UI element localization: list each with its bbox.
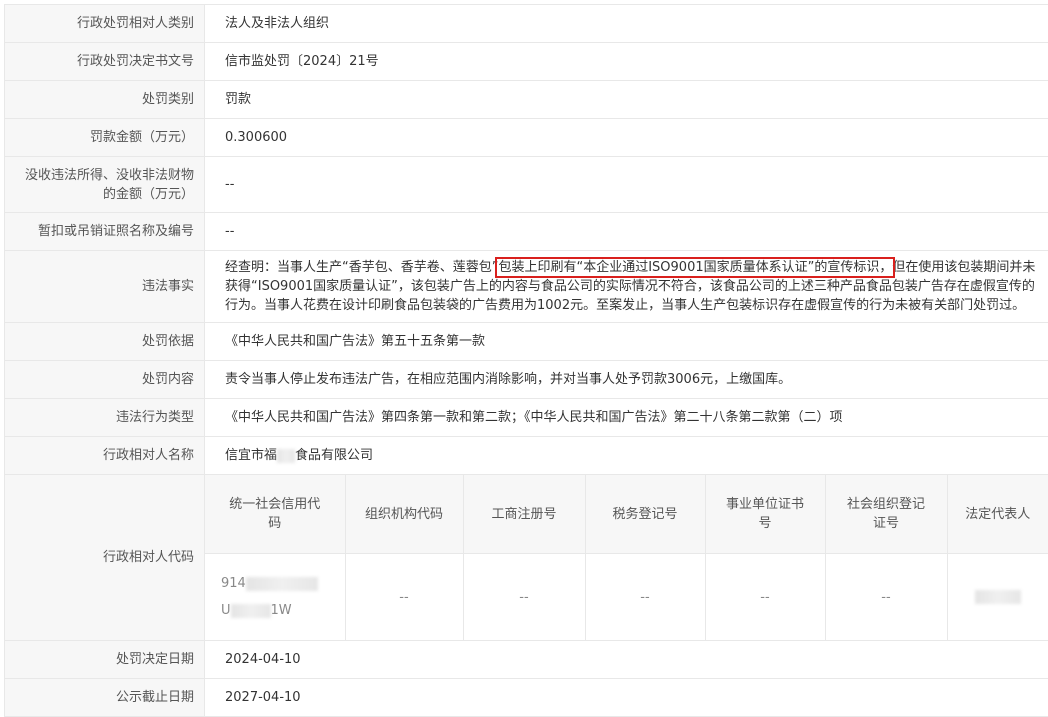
row-value: 《中华人民共和国广告法》第四条第一款和第二款；《中华人民共和国广告法》第二十八条… xyxy=(205,399,1048,437)
business-reg-value: -- xyxy=(463,554,585,641)
info-row: 处罚类别 罚款 xyxy=(5,81,1048,119)
info-row: 暂扣或吊销证照名称及编号 -- xyxy=(5,213,1048,251)
header-tax-reg: 税务登记号 xyxy=(585,475,705,554)
credit-code-line2-pre: U xyxy=(221,603,231,618)
header-org-code: 组织机构代码 xyxy=(345,475,463,554)
row-label: 处罚决定日期 xyxy=(5,641,205,679)
org-code-value: -- xyxy=(345,554,463,641)
row-value: 《中华人民共和国广告法》第五十五条第一款 xyxy=(205,323,1048,361)
row-value: -- xyxy=(205,157,1048,213)
redacted-mask xyxy=(277,449,295,463)
violation-text-pre: 经查明：当事人生产“香芋包、香芋卷、莲蓉包” xyxy=(225,260,498,275)
party-name-value: 信宜市福 食品有限公司 xyxy=(205,437,1048,475)
header-social-org: 社会组织登记证号 xyxy=(825,475,947,554)
party-code-value-row: 914 U 1W -- -- -- -- -- xyxy=(205,554,1048,641)
row-label: 违法事实 xyxy=(5,251,205,323)
row-value: 罚款 xyxy=(205,81,1048,119)
public-institution-value: -- xyxy=(705,554,825,641)
redacted-mask xyxy=(246,577,318,591)
row-label: 行政处罚决定书文号 xyxy=(5,43,205,81)
party-code-row: 行政相对人代码 统一社会信用代码 组织机构代码 工商注册号 税务登记号 事业单位… xyxy=(5,475,1048,641)
header-business-reg: 工商注册号 xyxy=(463,475,585,554)
penalty-info-table: 行政处罚相对人类别 法人及非法人组织 行政处罚决定书文号 信市监处罚〔2024〕… xyxy=(4,4,1048,717)
row-value: 信市监处罚〔2024〕21号 xyxy=(205,43,1048,81)
row-label: 罚款金额（万元） xyxy=(5,119,205,157)
row-value: 法人及非法人组织 xyxy=(205,5,1048,43)
row-value: 0.300600 xyxy=(205,119,1048,157)
highlighted-claim: 包装上印刷有“本企业通过ISO9001国家质量体系认证”的宣传标识， xyxy=(498,260,892,275)
credit-code-line2-post: 1W xyxy=(271,603,292,618)
row-label: 处罚类别 xyxy=(5,81,205,119)
redacted-mask xyxy=(975,590,1021,604)
legal-rep-value xyxy=(947,554,1048,641)
info-row: 处罚依据 《中华人民共和国广告法》第五十五条第一款 xyxy=(5,323,1048,361)
header-legal-rep: 法定代表人 xyxy=(947,475,1048,554)
redacted-mask xyxy=(231,604,271,618)
social-org-value: -- xyxy=(825,554,947,641)
row-value: 2024-04-10 xyxy=(205,641,1048,679)
tax-reg-value: -- xyxy=(585,554,705,641)
credit-code-value: 914 U 1W xyxy=(205,554,345,641)
header-credit-code: 统一社会信用代码 xyxy=(205,475,345,554)
credit-code-line1: 914 xyxy=(221,576,246,591)
party-code-table-cell: 统一社会信用代码 组织机构代码 工商注册号 税务登记号 事业单位证书号 社会组织… xyxy=(205,475,1048,641)
info-row: 公示截止日期 2027-04-10 xyxy=(5,679,1048,717)
info-row: 处罚内容 责令当事人停止发布违法广告，在相应范围内消除影响，并对当事人处予罚款3… xyxy=(5,361,1048,399)
party-name-row: 行政相对人名称 信宜市福 食品有限公司 xyxy=(5,437,1048,475)
party-name-post: 食品有限公司 xyxy=(295,448,373,463)
row-label: 行政处罚相对人类别 xyxy=(5,5,205,43)
header-public-institution: 事业单位证书号 xyxy=(705,475,825,554)
party-name-pre: 信宜市福 xyxy=(225,448,277,463)
violation-row: 违法事实 经查明：当事人生产“香芋包、香芋卷、莲蓉包”包装上印刷有“本企业通过I… xyxy=(5,251,1048,323)
info-row: 没收违法所得、没收非法财物的金额（万元） -- xyxy=(5,157,1048,213)
row-label: 行政相对人名称 xyxy=(5,437,205,475)
row-value: -- xyxy=(205,213,1048,251)
info-row: 违法行为类型 《中华人民共和国广告法》第四条第一款和第二款；《中华人民共和国广告… xyxy=(5,399,1048,437)
row-value: 2027-04-10 xyxy=(205,679,1048,717)
info-row: 罚款金额（万元） 0.300600 xyxy=(5,119,1048,157)
row-label: 行政相对人代码 xyxy=(5,475,205,641)
row-label: 没收违法所得、没收非法财物的金额（万元） xyxy=(5,157,205,213)
row-label: 违法行为类型 xyxy=(5,399,205,437)
row-label: 公示截止日期 xyxy=(5,679,205,717)
info-row: 行政处罚相对人类别 法人及非法人组织 xyxy=(5,5,1048,43)
info-row: 行政处罚决定书文号 信市监处罚〔2024〕21号 xyxy=(5,43,1048,81)
row-value: 责令当事人停止发布违法广告，在相应范围内消除影响，并对当事人处予罚款3006元，… xyxy=(205,361,1048,399)
info-row: 处罚决定日期 2024-04-10 xyxy=(5,641,1048,679)
row-label: 处罚内容 xyxy=(5,361,205,399)
party-code-header-row: 统一社会信用代码 组织机构代码 工商注册号 税务登记号 事业单位证书号 社会组织… xyxy=(205,475,1048,554)
row-label: 处罚依据 xyxy=(5,323,205,361)
party-code-table: 统一社会信用代码 组织机构代码 工商注册号 税务登记号 事业单位证书号 社会组织… xyxy=(205,475,1048,640)
row-label: 暂扣或吊销证照名称及编号 xyxy=(5,213,205,251)
violation-text: 经查明：当事人生产“香芋包、香芋卷、莲蓉包”包装上印刷有“本企业通过ISO900… xyxy=(205,251,1048,323)
